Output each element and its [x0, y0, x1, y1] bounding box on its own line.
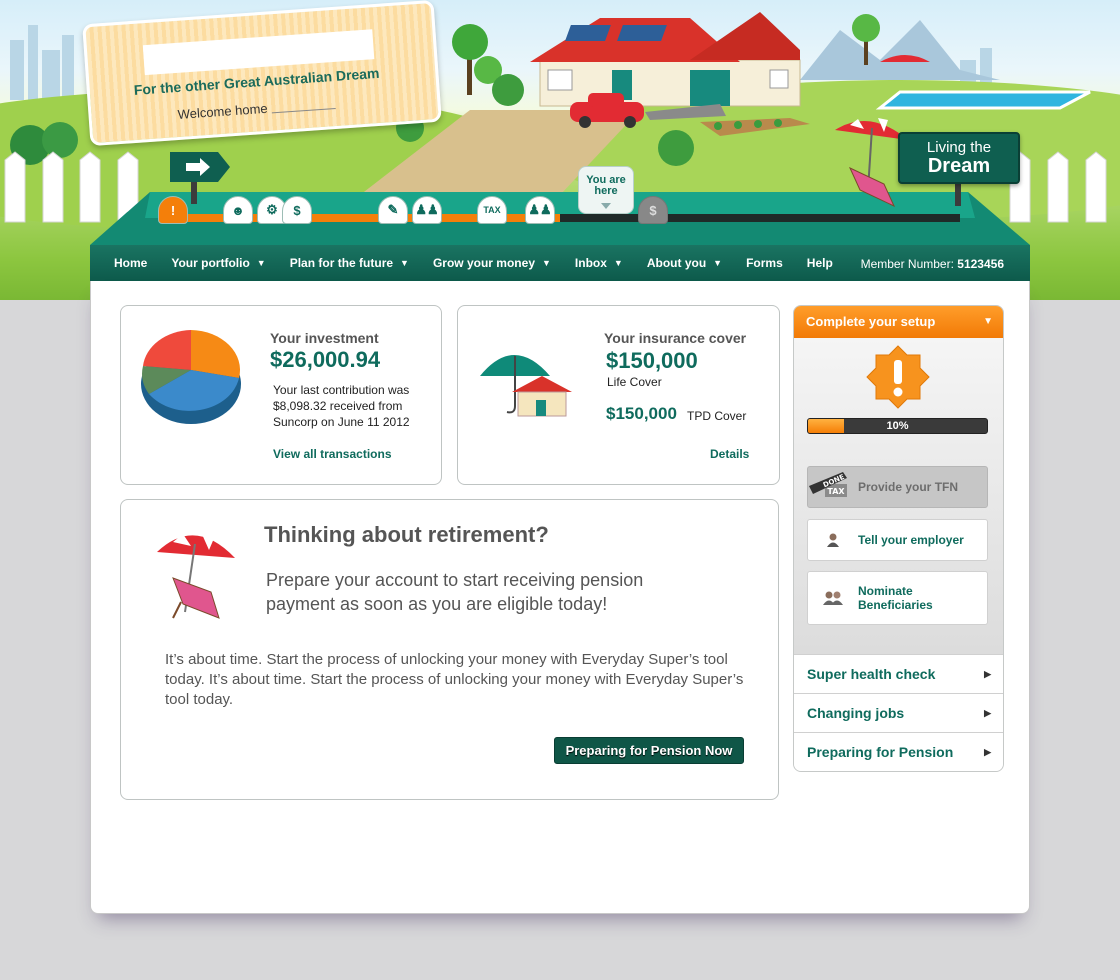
umbrella-house-icon	[480, 355, 572, 417]
nav-help[interactable]: Help	[807, 256, 833, 270]
step-people-icon[interactable]: ♟♟	[412, 196, 442, 224]
nav-forms[interactable]: Forms	[746, 256, 783, 270]
step-tax-icon[interactable]: TAX	[477, 196, 507, 224]
nav-your-portfolio[interactable]: Your portfolio ▼	[171, 256, 265, 270]
nav-about-you[interactable]: About you ▼	[647, 256, 722, 270]
caret-down-icon: ▼	[256, 258, 266, 268]
insurance-card: Your insurance cover $150,000 Life Cover…	[457, 305, 780, 485]
view-all-transactions-link[interactable]: View all transactions	[273, 447, 392, 461]
setup-progress-label: 10%	[886, 420, 909, 432]
welcome-name-line	[271, 107, 336, 114]
investment-amount: $26,000.94	[270, 347, 381, 372]
caret-down-icon: ▼	[983, 316, 993, 327]
last-contribution-line3: Suncorp on June 11 2012	[273, 415, 410, 429]
step-dollar-coin-icon[interactable]: $	[638, 196, 668, 224]
tax-badge: TAX	[827, 487, 845, 496]
main-content: Your investment $26,000.94 Your last con…	[90, 281, 1030, 914]
retirement-body-text: It’s about time. Start the process of un…	[165, 651, 744, 708]
you-are-here-line2: here	[594, 185, 618, 197]
changing-jobs-link[interactable]: Changing jobs ▶	[794, 693, 1003, 732]
nav-your-portfolio-label: Your portfolio	[171, 256, 250, 270]
done-tax-icon: TAX DONE	[808, 472, 858, 502]
life-cover-label: Life Cover	[607, 375, 662, 389]
task-nominate-beneficiaries[interactable]: Nominate Beneficiaries	[807, 571, 988, 625]
sign-welcome-text: Welcome home	[177, 100, 269, 122]
step-pencil-icon[interactable]: ✎	[378, 196, 408, 224]
person-icon	[808, 532, 858, 548]
you-are-here-marker: You are here	[578, 166, 634, 214]
task-provide-tfn[interactable]: TAX DONE Provide your TFN	[807, 466, 988, 508]
beach-chair-umbrella-icon	[157, 532, 235, 619]
setup-progress-bar: 10%	[807, 418, 988, 434]
setup-sidebar: Complete your setup ▼ 10% TAX DONE Provi…	[793, 305, 1004, 772]
chevron-down-icon	[601, 203, 611, 209]
complete-setup-header[interactable]: Complete your setup ▼	[794, 306, 1003, 338]
welcome-sign: For the other Great Australian Dream Wel…	[82, 0, 442, 147]
nav-home-label: Home	[114, 256, 148, 270]
main-nav: Home Your portfolio ▼ Plan for the future…	[90, 245, 1030, 281]
nav-grow-label: Grow your money	[432, 256, 535, 270]
caret-down-icon: ▼	[713, 258, 723, 268]
nav-plan-for-the-future[interactable]: Plan for the future ▼	[290, 256, 409, 270]
super-health-check-label: Super health check	[807, 666, 936, 682]
investment-label: Your investment	[270, 330, 379, 346]
caret-down-icon: ▼	[400, 258, 409, 268]
task-nominate-beneficiaries-label: Nominate Beneficiaries	[858, 584, 933, 612]
step-family-icon[interactable]: ♟♟	[525, 196, 555, 224]
warning-badge-icon	[866, 345, 930, 409]
step-person-icon[interactable]: ☻	[223, 196, 253, 224]
insurance-details-link[interactable]: Details	[710, 447, 749, 461]
tpd-cover-label: TPD Cover	[687, 409, 747, 423]
changing-jobs-label: Changing jobs	[807, 705, 905, 721]
member-number: Member Number: 5123456	[861, 257, 1004, 271]
preparing-for-pension-link[interactable]: Preparing for Pension ▶	[794, 732, 1003, 771]
chevron-right-icon: ▶	[984, 668, 991, 679]
step-dollar-icon[interactable]: $	[282, 196, 312, 224]
super-health-check-link[interactable]: Super health check ▶	[794, 654, 1003, 693]
member-number-value: 5123456	[957, 257, 1004, 271]
retirement-subtitle: Prepare your account to start receiving …	[266, 570, 644, 614]
living-the-dream-sign: Living the Dream	[898, 132, 1020, 184]
member-number-label: Member Number:	[860, 257, 954, 271]
retirement-card: Thinking about retirement? Prepare your …	[120, 499, 779, 800]
preparing-for-pension-button[interactable]: Preparing for Pension Now	[554, 737, 744, 764]
insurance-label: Your insurance cover	[604, 330, 747, 346]
progress-rail: ! ☻ ⚙ $ ✎ ♟♟ TAX ♟♟ You are here $	[150, 166, 970, 226]
retirement-title: Thinking about retirement?	[264, 522, 549, 547]
chevron-right-icon: ▶	[984, 707, 991, 718]
pie-chart-icon	[141, 330, 241, 424]
nav-help-label: Help	[806, 256, 833, 270]
chevron-right-icon: ▶	[984, 746, 991, 757]
life-cover-amount: $150,000	[606, 348, 698, 373]
nav-grow-your-money[interactable]: Grow your money ▼	[433, 256, 551, 270]
task-provide-tfn-label: Provide your TFN	[858, 480, 959, 494]
step-alert-icon[interactable]: !	[158, 196, 188, 224]
nav-inbox-label: Inbox	[574, 256, 607, 270]
nav-home[interactable]: Home	[114, 256, 147, 270]
nav-forms-label: Forms	[746, 256, 783, 270]
dream-sign-line1: Living the	[926, 139, 992, 156]
complete-setup-title: Complete your setup	[806, 314, 936, 329]
people-icon	[808, 590, 858, 606]
task-tell-employer[interactable]: Tell your employer	[807, 519, 988, 561]
house-illustration	[530, 12, 801, 107]
investment-card: Your investment $26,000.94 Your last con…	[120, 305, 442, 485]
caret-down-icon: ▼	[542, 258, 551, 268]
caret-down-icon: ▼	[613, 258, 623, 268]
dream-sign-line2: Dream	[927, 155, 991, 177]
nav-inbox[interactable]: Inbox ▼	[575, 256, 623, 270]
task-tell-employer-label: Tell your employer	[858, 533, 964, 547]
last-contribution-line2: $8,098.32 received from	[273, 399, 403, 413]
nav-plan-label: Plan for the future	[289, 256, 394, 270]
preparing-for-pension-label: Preparing for Pension	[807, 744, 954, 760]
last-contribution-line1: Your last contribution was	[273, 383, 410, 397]
nav-about-label: About you	[646, 256, 707, 270]
setup-panel: 10% TAX DONE Provide your TFN Tell your …	[794, 338, 1003, 654]
tpd-cover-amount: $150,000	[606, 404, 677, 423]
